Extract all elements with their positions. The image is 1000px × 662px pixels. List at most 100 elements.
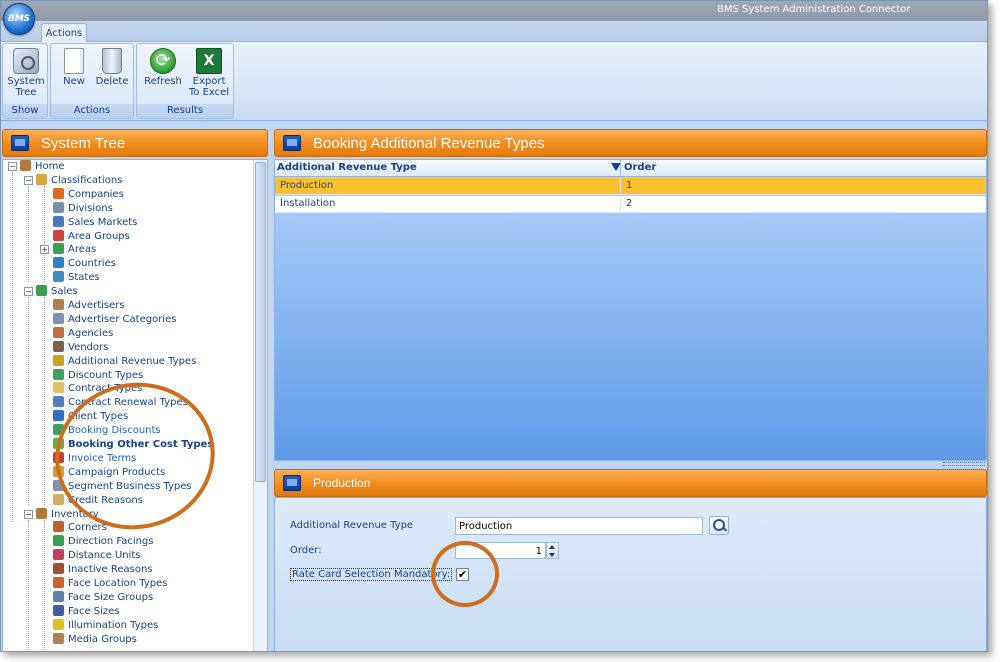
refresh-button[interactable]: ⟳ Refresh <box>140 48 186 87</box>
tree-node-label: Discount Types <box>68 369 144 381</box>
grid-header-row: Additional Revenue Type Order <box>275 160 986 177</box>
collapse-toggle[interactable]: − <box>24 176 33 185</box>
lookup-search-button[interactable] <box>709 516 729 535</box>
tree-node-icon <box>53 340 64 352</box>
tree-node-label: Additional Revenue Types <box>68 355 197 367</box>
tree-node-icon <box>53 368 64 380</box>
tab-actions[interactable]: Actions <box>41 23 87 43</box>
new-button[interactable]: New <box>55 48 93 87</box>
delete-button[interactable]: Delete <box>93 48 131 87</box>
tree-node[interactable]: Area Groups <box>53 229 130 244</box>
system-tree-button[interactable]: System Tree <box>6 48 46 98</box>
tree-node[interactable]: Face Sizes <box>53 604 120 619</box>
tree-node[interactable]: Additional Revenue Types <box>53 354 197 369</box>
tree-node[interactable]: Vendors <box>53 340 109 355</box>
tree-node-label: Areas <box>68 244 97 256</box>
tree-node[interactable]: Home <box>20 160 65 174</box>
revenue-type-input[interactable]: Production <box>455 517 703 535</box>
tree-node-icon <box>36 285 47 297</box>
tree-node-icon <box>53 632 64 644</box>
revenue-types-grid: Additional Revenue Type Order Production… <box>274 159 987 461</box>
collapse-toggle[interactable]: − <box>24 287 33 296</box>
tree-node-label: Inactive Reasons <box>68 564 153 576</box>
tree-node[interactable]: Inactive Reasons <box>53 563 153 577</box>
tree-node-label: Home <box>35 161 65 172</box>
system-tree-title: System Tree <box>41 135 126 152</box>
tree-node-icon <box>53 493 64 505</box>
tree-node-label: Advertisers <box>68 300 125 311</box>
order-spinner[interactable] <box>546 542 559 559</box>
tree-node[interactable]: Distance Units <box>53 549 140 563</box>
tree-node-icon <box>53 354 64 366</box>
cell-revenue-type: Installation <box>280 198 336 209</box>
tree-node[interactable]: Advertisers <box>53 299 125 313</box>
export-excel-button[interactable]: X Export To Excel <box>186 48 232 98</box>
tree-node[interactable]: Advertiser Categories <box>53 312 177 327</box>
tree-node-label: Sales Markets <box>68 216 138 228</box>
tree-line <box>44 186 45 282</box>
recycle-bin-icon <box>102 48 122 74</box>
tree-node-icon <box>53 521 64 533</box>
tree-node[interactable]: Countries <box>53 257 116 271</box>
tree-node[interactable]: States <box>53 271 100 285</box>
tree-node[interactable]: Companies <box>53 187 124 202</box>
tree-node-icon <box>53 299 64 310</box>
tree-line <box>12 172 13 522</box>
tree-node[interactable]: Agencies <box>53 326 113 341</box>
tree-node-label: Vendors <box>68 341 109 353</box>
tree-node-label: Companies <box>68 188 124 200</box>
tree-node[interactable]: Direction Facings <box>53 535 154 549</box>
tree-node-icon <box>53 271 64 283</box>
collapse-toggle[interactable]: − <box>24 510 33 519</box>
tree-node[interactable]: Illumination Types <box>53 618 158 633</box>
tree-node[interactable]: Sales <box>36 285 78 299</box>
splitter-grip[interactable] <box>943 462 985 466</box>
vertical-splitter[interactable] <box>269 128 273 651</box>
order-label: Order: <box>290 545 322 556</box>
collapse-toggle[interactable]: − <box>8 162 17 171</box>
tree-node[interactable]: Divisions <box>53 201 113 216</box>
tree-scrollbar[interactable] <box>253 160 267 651</box>
tree-line <box>28 186 29 282</box>
app-window: BMS System Administration Connector BMS … <box>0 0 988 652</box>
tree-node[interactable]: Face Location Types <box>53 577 167 591</box>
tree-node[interactable]: Classifications <box>36 173 122 188</box>
tree-node[interactable]: Discount Types <box>53 368 144 383</box>
app-logo-button[interactable]: BMS <box>3 3 35 35</box>
tree-node-label: Direction Facings <box>68 536 154 548</box>
tree-node-label: Area Groups <box>68 230 130 242</box>
tree-node-icon <box>53 312 64 324</box>
tree-node-label: States <box>68 272 100 284</box>
tree-node[interactable]: Corners <box>53 521 107 535</box>
column-divider[interactable] <box>620 160 621 177</box>
tree-node-icon <box>53 396 64 408</box>
panel-icon <box>283 475 301 491</box>
tree-node-icon <box>20 160 31 171</box>
rate-card-label: Rate Card Selection Mandatory: <box>290 568 453 581</box>
ribbon-group-label: Results <box>137 104 233 118</box>
tree-node-label: Face Size Groups <box>68 591 154 603</box>
revenue-type-label: Additional Revenue Type <box>290 520 414 531</box>
app-title: BMS System Administration Connector <box>717 4 911 15</box>
tree-node-label: Countries <box>68 258 116 270</box>
tree-node[interactable]: Face Size Groups <box>53 590 154 605</box>
column-header-revenue-type[interactable]: Additional Revenue Type <box>277 162 417 173</box>
horizontal-splitter[interactable] <box>274 461 987 467</box>
expand-toggle[interactable]: + <box>40 245 49 254</box>
detail-panel-header: Production <box>274 469 987 497</box>
tree-node-label: Advertiser Categories <box>68 313 177 325</box>
table-row[interactable]: Installation 2 <box>275 196 986 213</box>
tree-node[interactable]: Areas <box>53 243 96 257</box>
tree-node[interactable]: Media Groups <box>53 632 137 647</box>
column-header-order[interactable]: Order <box>624 162 656 173</box>
new-document-icon <box>64 48 84 74</box>
tree-node-label: Face Sizes <box>68 605 120 617</box>
tree-node[interactable]: Sales Markets <box>53 215 138 230</box>
tree-node-label: Media Groups <box>68 633 137 645</box>
tree-scroll-thumb[interactable] <box>255 162 266 482</box>
tree-line <box>44 520 45 650</box>
table-row[interactable]: Production 1 <box>275 178 986 195</box>
spin-up-icon[interactable] <box>549 545 555 549</box>
cell-revenue-type: Production <box>280 180 334 191</box>
spin-down-icon[interactable] <box>549 553 555 557</box>
